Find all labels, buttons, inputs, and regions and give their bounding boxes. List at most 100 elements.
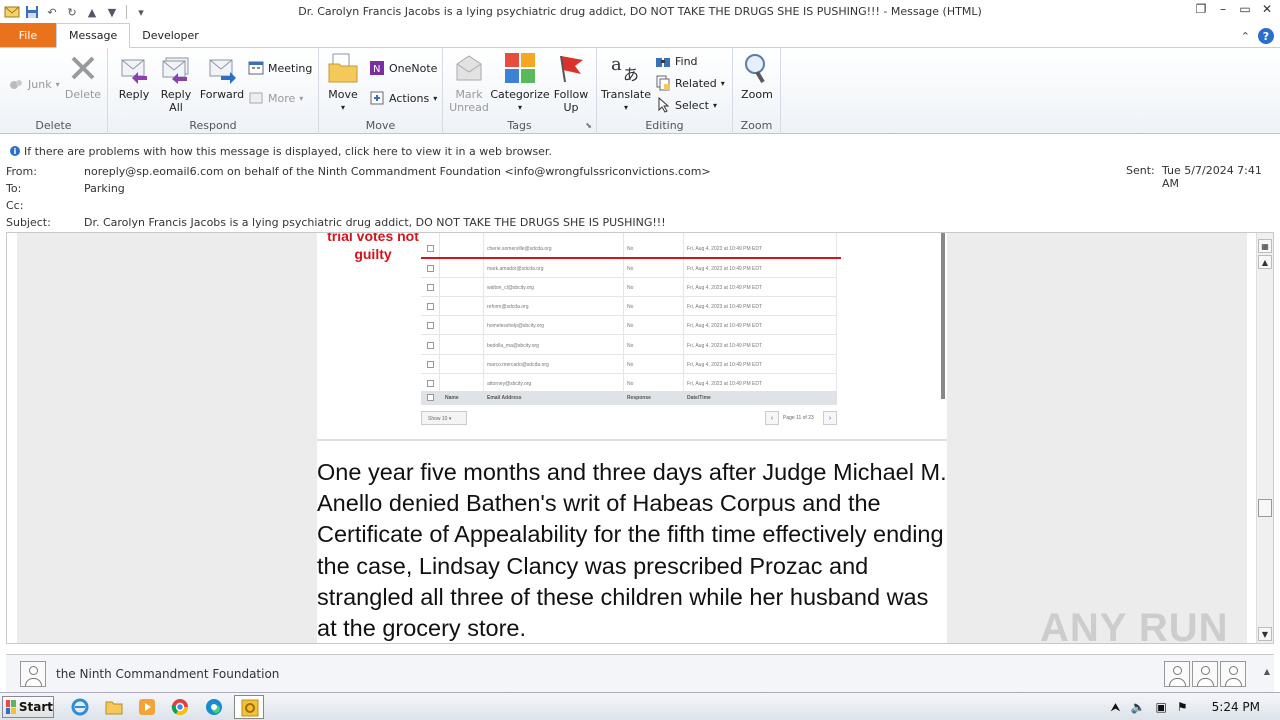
row-response: No: [627, 362, 634, 368]
select-button[interactable]: Select ▾: [655, 95, 717, 115]
related-button[interactable]: Related ▾: [655, 73, 725, 93]
zoom-group: Zoom Zoom: [733, 48, 781, 134]
outlook-taskbar-button[interactable]: [234, 695, 264, 719]
table-row: cherie.somerville@sdcda.org No Fri, Aug 4,…: [421, 239, 837, 258]
find-button[interactable]: Find: [655, 51, 698, 71]
row-datetime: Fri, Aug 4, 2023 at 10:49 PM EDT: [687, 381, 763, 387]
table-row: homelesshelp@sbcity.org No Fri, Aug 4, 202…: [421, 316, 837, 335]
chrome-icon[interactable]: [170, 697, 190, 717]
onenote-label: OneNote: [389, 61, 438, 75]
follow-up-button[interactable]: Follow Up: [551, 52, 591, 114]
vertical-scrollbar[interactable]: ▦ ▲ ▼: [1256, 233, 1273, 643]
meeting-button[interactable]: Meeting: [248, 58, 312, 78]
collapse-ribbon-icon[interactable]: ⌃: [1241, 30, 1250, 43]
forward-button[interactable]: Forward: [200, 52, 244, 101]
person-avatar-icon[interactable]: [1164, 661, 1190, 687]
row-response: No: [627, 246, 634, 252]
junk-label: Junk: [28, 77, 52, 91]
minimize-icon[interactable]: –: [1216, 2, 1230, 16]
junk-button[interactable]: Junk ▾: [8, 74, 60, 94]
person-avatar-icon[interactable]: [1192, 661, 1218, 687]
header-email: Email Address: [487, 395, 522, 401]
info-bar[interactable]: i If there are problems with how this me…: [0, 142, 1280, 160]
media-player-icon[interactable]: [137, 697, 157, 717]
next-item-icon[interactable]: ▼: [104, 4, 120, 20]
zoom-button[interactable]: Zoom: [739, 52, 775, 101]
scroll-up-icon[interactable]: ▲: [1258, 255, 1272, 269]
tab-developer[interactable]: Developer: [130, 23, 211, 47]
expand-people-pane-icon[interactable]: ▲: [1264, 667, 1270, 676]
header-datetime: Date/Time: [687, 395, 711, 401]
start-label: Start: [18, 700, 53, 714]
binoculars-icon: [656, 58, 670, 67]
reply-all-button[interactable]: Reply All: [158, 52, 194, 114]
reply-button[interactable]: Reply: [118, 52, 150, 101]
scroll-thumb[interactable]: [1258, 499, 1272, 517]
onenote-button[interactable]: N OneNote: [369, 58, 437, 78]
row-checkbox[interactable]: [427, 342, 434, 349]
scroll-down-icon[interactable]: ▼: [1258, 627, 1272, 641]
ie-icon[interactable]: [70, 697, 90, 717]
from-value[interactable]: noreply@sp.eomail6.com on behalf of the …: [84, 164, 711, 180]
move-button[interactable]: Move ▾: [327, 52, 359, 114]
previous-item-icon[interactable]: ▲: [84, 4, 100, 20]
row-checkbox[interactable]: [427, 303, 434, 310]
annotation-text: trial votes not guilty: [327, 232, 419, 262]
row-checkbox[interactable]: [427, 322, 434, 329]
edge-icon[interactable]: [204, 697, 224, 717]
delete-button[interactable]: Delete: [64, 52, 102, 101]
table-row: mark.amador@sdcda.org No Fri, Aug 4, 2023 …: [421, 259, 837, 278]
close-icon[interactable]: ✕: [1260, 2, 1274, 16]
system-tray: ⮝ 🔈 ▣ ⚑ 5:24 PM: [1110, 693, 1280, 720]
clock[interactable]: 5:24 PM: [1212, 700, 1260, 714]
help-icon[interactable]: ?: [1258, 28, 1274, 44]
show-hidden-icons-icon[interactable]: ⮝: [1110, 700, 1120, 715]
move-dropdown-icon: ▾: [340, 103, 345, 112]
undo-icon[interactable]: ↶: [44, 4, 60, 20]
row-checkbox[interactable]: [427, 284, 434, 291]
row-checkbox[interactable]: [427, 245, 434, 252]
row-checkbox[interactable]: [427, 380, 434, 387]
security-flag-icon[interactable]: ⚑: [1177, 700, 1188, 714]
row-email: reform@sdcda.org: [487, 304, 529, 310]
row-checkbox[interactable]: [427, 361, 434, 368]
person-avatar-icon[interactable]: [1220, 661, 1246, 687]
network-icon[interactable]: ▣: [1156, 700, 1167, 714]
row-response: No: [627, 381, 634, 387]
scroll-options-icon[interactable]: ▦: [1258, 239, 1272, 253]
tags-dialog-launcher-icon[interactable]: ⬊: [585, 121, 592, 130]
start-button[interactable]: Start: [2, 696, 54, 718]
row-checkbox[interactable]: [427, 265, 434, 272]
customize-toolbar-icon[interactable]: ▾: [133, 4, 149, 20]
maximize-icon[interactable]: ▭: [1238, 2, 1252, 16]
file-explorer-icon[interactable]: [104, 697, 124, 717]
page-indicator: Page 11 of 23: [783, 415, 814, 421]
mark-unread-button[interactable]: Mark Unread: [449, 52, 489, 114]
row-email: bedolla_ma@sbcity.org: [487, 343, 539, 349]
separator: [126, 5, 127, 19]
people-pane-name[interactable]: the Ninth Commandment Foundation: [56, 667, 279, 681]
restore-ribbon-icon[interactable]: ❐: [1194, 2, 1208, 16]
mark-unread-label-2: Unread: [449, 101, 489, 114]
row-email: homelesshelp@sbcity.org: [487, 323, 544, 329]
sender-avatar-icon[interactable]: [20, 661, 46, 687]
message-body[interactable]: trial votes not guilty cherie.somerville…: [6, 232, 1274, 644]
embedded-screenshot: trial votes not guilty cherie.somerville…: [317, 233, 947, 441]
actions-button[interactable]: Actions ▾: [369, 88, 437, 108]
move-label: Move: [328, 88, 358, 101]
header-checkbox[interactable]: [427, 394, 434, 401]
redo-icon[interactable]: ↻: [64, 4, 80, 20]
categorize-button[interactable]: Categorize ▾: [490, 52, 550, 114]
more-respond-button[interactable]: More ▾: [248, 88, 303, 108]
row-response: No: [627, 323, 634, 329]
volume-icon[interactable]: 🔈: [1131, 700, 1146, 714]
save-icon[interactable]: [24, 4, 40, 20]
to-value[interactable]: Parking: [84, 181, 125, 197]
info-bar-text: If there are problems with how this mess…: [24, 144, 552, 158]
mark-unread-icon: [456, 55, 482, 81]
translate-button[interactable]: aあ Translate ▾: [601, 52, 651, 114]
row-datetime: Fri, Aug 4, 2023 at 10:49 PM EDT: [687, 362, 763, 368]
related-icon: [656, 75, 670, 91]
tab-file[interactable]: File: [0, 23, 56, 47]
tab-message[interactable]: Message: [56, 23, 131, 48]
